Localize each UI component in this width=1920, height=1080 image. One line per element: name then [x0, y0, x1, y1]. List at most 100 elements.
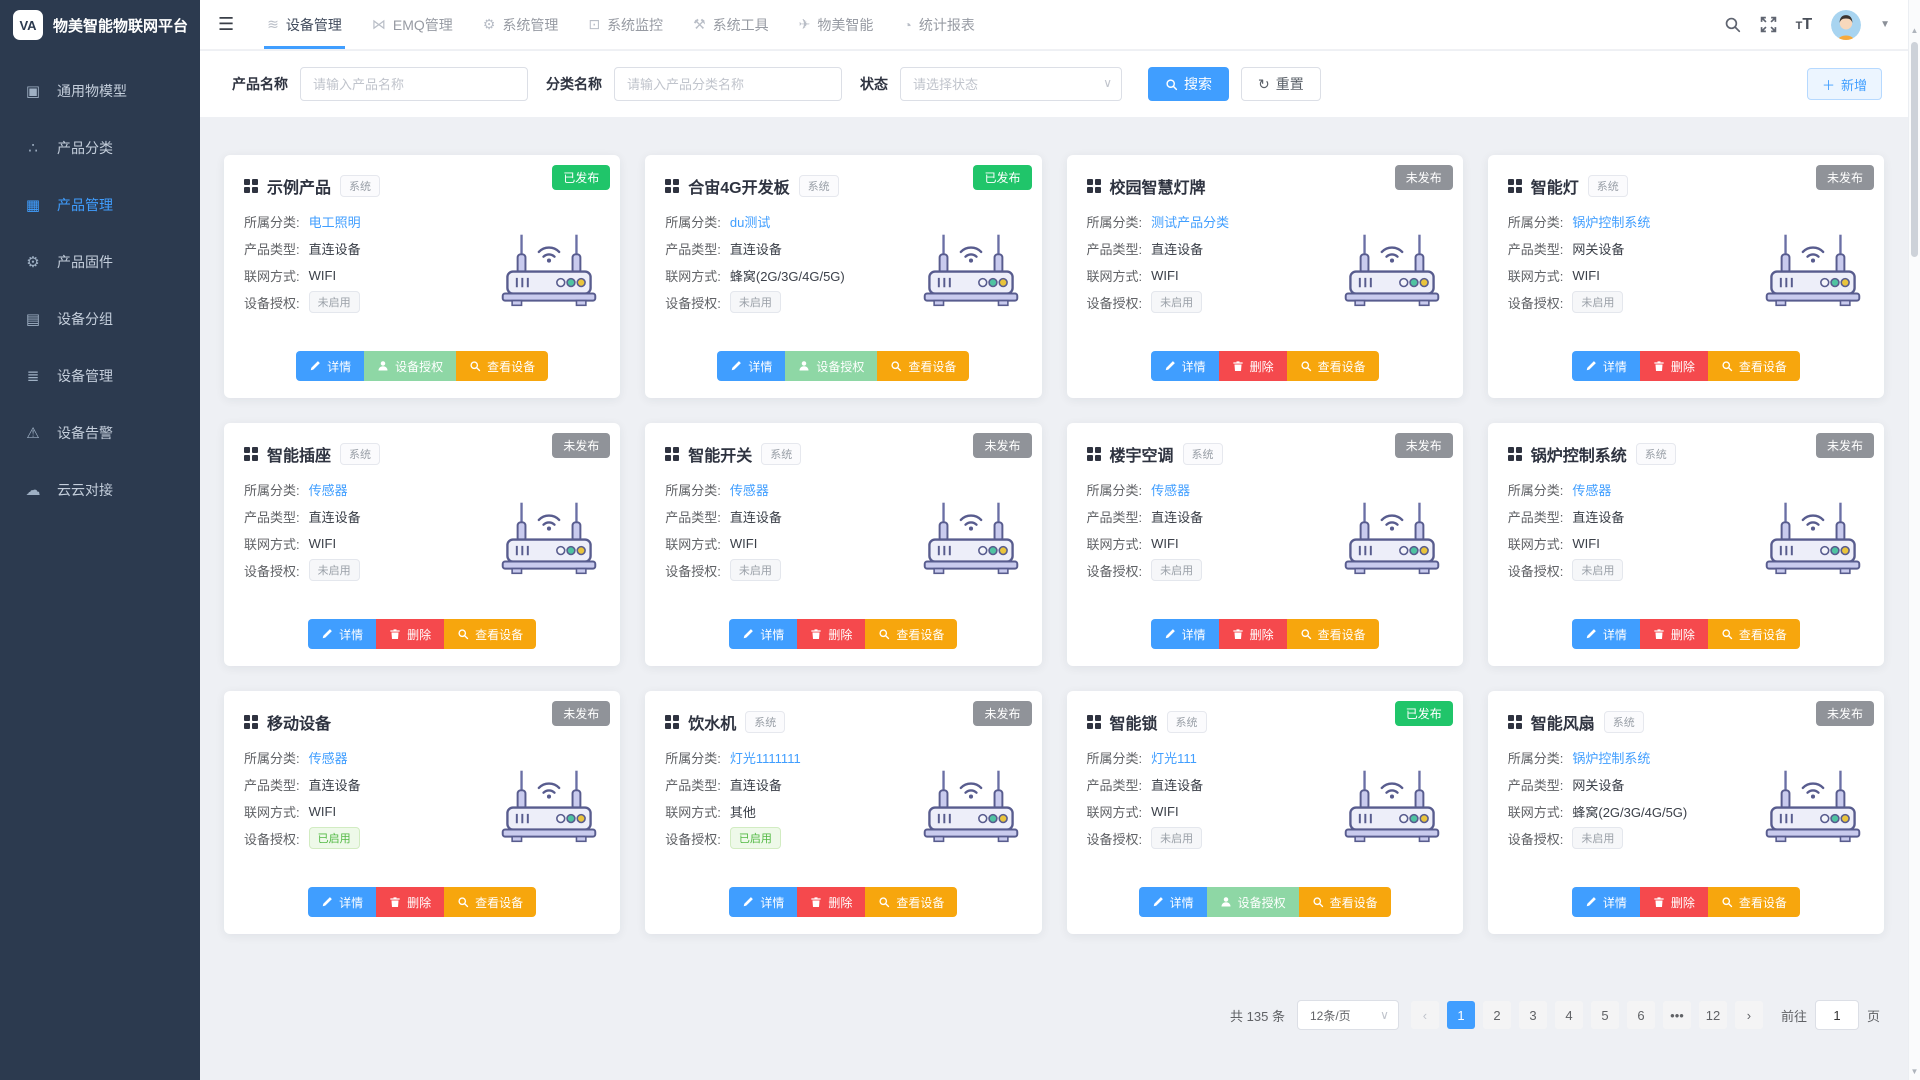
page-button-3[interactable]: 3	[1519, 1001, 1547, 1029]
caret-down-icon[interactable]: ▼	[1880, 19, 1890, 30]
auth-state-tag: 未启用	[1151, 291, 1202, 313]
sidebar-item-cloud-connect[interactable]: ☁ 云云对接	[0, 461, 200, 518]
view-button[interactable]: 查看设备	[865, 619, 957, 649]
grid-icon	[665, 179, 679, 193]
view-button[interactable]: 查看设备	[865, 887, 957, 917]
page-button-2[interactable]: 2	[1483, 1001, 1511, 1029]
category-name-input[interactable]	[614, 67, 842, 101]
page-size-select[interactable]: ∨	[1297, 1000, 1399, 1030]
delete-button[interactable]: 删除	[1219, 351, 1287, 381]
sidebar-item-product-management[interactable]: ▦ 产品管理	[0, 176, 200, 233]
delete-button[interactable]: 删除	[1640, 619, 1708, 649]
menu-collapse-icon[interactable]: ☰	[200, 14, 252, 35]
scroll-up-icon[interactable]: ▲	[1909, 26, 1920, 35]
delete-button[interactable]: 删除	[797, 887, 865, 917]
view-button[interactable]: 查看设备	[456, 351, 548, 381]
page-button-5[interactable]: 5	[1591, 1001, 1619, 1029]
auth-button[interactable]: 设备授权	[1207, 887, 1299, 917]
category-link[interactable]: 锅炉控制系统	[1572, 212, 1650, 231]
category-link[interactable]: 传感器	[309, 480, 348, 499]
goto-page-input[interactable]	[1815, 1000, 1859, 1030]
detail-button[interactable]: 详情	[1572, 351, 1640, 381]
category-link[interactable]: 电工照明	[309, 212, 361, 231]
detail-button[interactable]: 详情	[1151, 619, 1219, 649]
fullscreen-icon[interactable]	[1760, 16, 1777, 33]
tab-device-management[interactable]: ≋ 设备管理	[252, 0, 357, 49]
view-button[interactable]: 查看设备	[444, 619, 536, 649]
tab-system-management[interactable]: ⚙ 系统管理	[468, 0, 574, 49]
tab-system-monitor[interactable]: ⊡ 系统监控	[573, 0, 678, 49]
auth-button[interactable]: 设备授权	[364, 351, 456, 381]
product-name-label: 产品名称	[232, 74, 288, 94]
tab-system-tools[interactable]: ⚒ 系统工具	[678, 0, 784, 49]
detail-button[interactable]: 详情	[308, 619, 376, 649]
sidebar-item-device-management[interactable]: ≣ 设备管理	[0, 347, 200, 404]
detail-button[interactable]: 详情	[296, 351, 364, 381]
tab-emq-management[interactable]: ⋈ EMQ管理	[357, 0, 468, 49]
scrollbar-thumb[interactable]	[1911, 42, 1918, 257]
delete-button[interactable]: 删除	[1640, 351, 1708, 381]
delete-button[interactable]: 删除	[797, 619, 865, 649]
page-button-4[interactable]: 4	[1555, 1001, 1583, 1029]
product-name-input[interactable]	[300, 67, 528, 101]
view-button[interactable]: 查看设备	[877, 351, 969, 381]
detail-button[interactable]: 详情	[1151, 351, 1219, 381]
sidebar-item-device-alert[interactable]: ⚠ 设备告警	[0, 404, 200, 461]
view-button[interactable]: 查看设备	[1287, 619, 1379, 649]
category-link[interactable]: 锅炉控制系统	[1572, 748, 1650, 767]
search-icon[interactable]	[1724, 16, 1741, 33]
detail-button[interactable]: 详情	[729, 619, 797, 649]
scroll-down-icon[interactable]: ▼	[1909, 1067, 1920, 1076]
font-size-icon[interactable]: TT	[1796, 16, 1813, 34]
detail-button[interactable]: 详情	[308, 887, 376, 917]
detail-button[interactable]: 详情	[1572, 619, 1640, 649]
sidebar-item-device-group[interactable]: ▤ 设备分组	[0, 290, 200, 347]
trash-icon	[810, 896, 822, 908]
delete-button[interactable]: 删除	[376, 619, 444, 649]
view-button[interactable]: 查看设备	[1708, 351, 1800, 381]
trash-icon	[389, 896, 401, 908]
category-link[interactable]: 传感器	[309, 748, 348, 767]
page-button-6[interactable]: 6	[1627, 1001, 1655, 1029]
view-button[interactable]: 查看设备	[1287, 351, 1379, 381]
auth-button[interactable]: 设备授权	[785, 351, 877, 381]
view-button[interactable]: 查看设备	[1708, 619, 1800, 649]
search-button[interactable]: 搜索	[1148, 67, 1229, 101]
reset-button[interactable]: ↻ 重置	[1241, 67, 1321, 101]
category-link[interactable]: 灯光1111111	[730, 748, 801, 767]
add-button[interactable]: ＋ 新增	[1807, 68, 1882, 100]
category-link[interactable]: 传感器	[1151, 480, 1190, 499]
category-link[interactable]: 测试产品分类	[1151, 212, 1229, 231]
page-button-1[interactable]: 1	[1447, 1001, 1475, 1029]
view-button[interactable]: 查看设备	[1299, 887, 1391, 917]
tab-statistics[interactable]: ◔ 统计报表	[888, 0, 989, 49]
sidebar-item-generic-thing-model[interactable]: ▣ 通用物模型	[0, 62, 200, 119]
delete-button[interactable]: 删除	[376, 887, 444, 917]
card-actions: 详情删除查看设备	[1067, 351, 1463, 381]
delete-button[interactable]: 删除	[1640, 887, 1708, 917]
status-select[interactable]: ∨	[900, 67, 1122, 101]
grid-icon	[665, 715, 679, 729]
gear-icon: ⚙	[483, 16, 496, 33]
tab-wumei-smart[interactable]: ✈ 物美智能	[784, 0, 889, 49]
view-button[interactable]: 查看设备	[444, 887, 536, 917]
view-button[interactable]: 查看设备	[1708, 887, 1800, 917]
delete-button[interactable]: 删除	[1219, 619, 1287, 649]
more-pages-button[interactable]: •••	[1663, 1001, 1691, 1029]
sidebar-item-product-firmware[interactable]: ⚙ 产品固件	[0, 233, 200, 290]
avatar[interactable]	[1831, 10, 1861, 40]
detail-button[interactable]: 详情	[729, 887, 797, 917]
detail-button[interactable]: 详情	[1139, 887, 1207, 917]
prev-page-button[interactable]: ‹	[1411, 1001, 1439, 1029]
category-link[interactable]: 传感器	[1572, 480, 1611, 499]
sidebar-item-product-category[interactable]: ∴ 产品分类	[0, 119, 200, 176]
category-link[interactable]: 传感器	[730, 480, 769, 499]
category-link[interactable]: 灯光111	[1151, 748, 1197, 767]
page-button-12[interactable]: 12	[1699, 1001, 1727, 1029]
detail-button[interactable]: 详情	[1572, 887, 1640, 917]
category-link[interactable]: du测试	[730, 212, 770, 231]
next-page-button[interactable]: ›	[1735, 1001, 1763, 1029]
grid-icon	[244, 715, 258, 729]
pencil-icon	[1585, 360, 1597, 372]
detail-button[interactable]: 详情	[717, 351, 785, 381]
